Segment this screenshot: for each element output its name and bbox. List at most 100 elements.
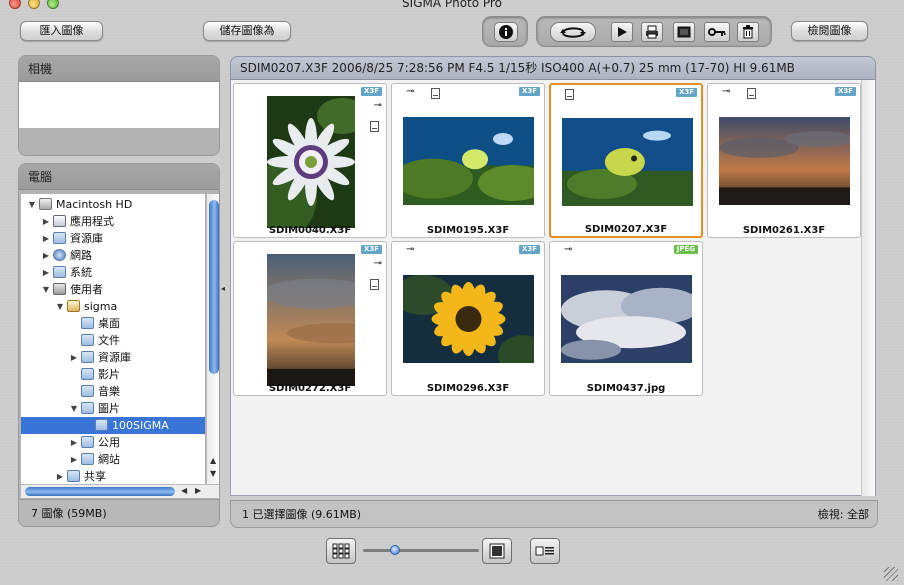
tree-item[interactable]: ▼ 使用者 <box>21 281 205 298</box>
disclosure-collapsed-icon[interactable]: ▶ <box>41 230 51 247</box>
disclosure-collapsed-icon[interactable]: ▶ <box>69 451 79 468</box>
tree-item[interactable]: 桌面 <box>21 315 205 332</box>
disclosure-collapsed-icon[interactable]: ▶ <box>41 247 51 264</box>
info-button[interactable] <box>494 22 518 42</box>
key-icon: ⊸ <box>406 244 415 255</box>
thumbnail-card[interactable]: X3F ⊸ SDIM0195.X3F <box>391 83 545 238</box>
tree-item-label: 文件 <box>98 334 120 347</box>
file-type-badge: X3F <box>834 87 856 96</box>
thumbnail-filename: SDIM0296.X3F <box>426 383 510 394</box>
desktop-folder-icon <box>81 317 94 329</box>
file-type-badge: X3F <box>675 88 697 97</box>
window-resize-grip[interactable] <box>884 567 898 581</box>
tree-item[interactable]: ▶ 資源庫 <box>21 349 205 366</box>
disclosure-collapsed-icon[interactable]: ▶ <box>69 349 79 366</box>
thumbnail-card[interactable]: X3F SDIM0207.X3F <box>549 83 703 238</box>
sunset-sky-photo[interactable] <box>719 117 850 205</box>
sunset-clouds-photo[interactable] <box>267 254 355 386</box>
scroll-right-arrow-icon[interactable]: ▶ <box>195 486 201 495</box>
camera-list[interactable] <box>19 82 219 128</box>
horizontal-scroll-thumb[interactable] <box>25 487 175 496</box>
play-icon <box>618 27 627 37</box>
view-filter[interactable]: 檢視: 全部 <box>818 501 869 529</box>
tree-item[interactable]: ▼ sigma <box>21 298 205 315</box>
disclosure-expanded-icon[interactable]: ▼ <box>27 196 37 213</box>
settings-doc-icon <box>370 121 379 132</box>
sunflower-photo[interactable] <box>403 275 534 363</box>
full-screen-button[interactable] <box>673 22 695 42</box>
tree-item[interactable]: ▶ 共享 <box>21 468 205 484</box>
rotate-button[interactable] <box>550 22 596 42</box>
tree-item-label: 資源庫 <box>70 232 103 245</box>
disclosure-collapsed-icon[interactable]: ▶ <box>55 468 65 484</box>
thumbnail-size-slider[interactable] <box>363 545 479 555</box>
tree-item-label: 共享 <box>84 470 106 483</box>
slider-knob[interactable] <box>390 545 401 555</box>
slideshow-button[interactable] <box>611 22 633 42</box>
disclosure-collapsed-icon[interactable]: ▶ <box>41 264 51 281</box>
tree-item-label: 網路 <box>70 249 92 262</box>
title-bar: SIGMA Photo Pro <box>0 0 904 14</box>
tree-item-label: 系統 <box>70 266 92 279</box>
music-folder-icon <box>81 385 94 397</box>
pufferfish-photo[interactable] <box>562 118 693 206</box>
tree-item[interactable]: ▶ 系統 <box>21 264 205 281</box>
tree-item[interactable]: ▶ 網路 <box>21 247 205 264</box>
disclosure-expanded-icon[interactable]: ▼ <box>41 281 51 298</box>
thumbnail-grid-scrollbar[interactable] <box>861 80 875 496</box>
tree-item[interactable]: ▼ 圖片 <box>21 400 205 417</box>
thumbnail-card[interactable]: X3F ⊸ SDIM0040.X3F <box>233 83 387 238</box>
print-button[interactable] <box>641 22 663 42</box>
panel-splitter-arrow-icon[interactable]: ◂ <box>221 284 225 293</box>
disclosure-collapsed-icon[interactable]: ▶ <box>41 213 51 230</box>
tree-item[interactable]: 100SIGMA <box>21 417 205 434</box>
save-images-as-button[interactable]: 儲存圖像為 <box>203 21 291 41</box>
settings-doc-icon <box>565 89 574 100</box>
grid-view-button[interactable] <box>326 538 356 564</box>
folder-tree-vertical-scrollbar[interactable]: ▲ ▼ <box>206 194 219 484</box>
disclosure-collapsed-icon[interactable]: ▶ <box>69 434 79 451</box>
tree-item[interactable]: ▶ 應用程式 <box>21 213 205 230</box>
movies-folder-icon <box>81 368 94 380</box>
tree-item-label: 100SIGMA <box>112 419 169 432</box>
tree-item[interactable]: ▼ Macintosh HD <box>21 196 205 213</box>
vertical-scroll-thumb[interactable] <box>209 200 219 374</box>
reef-fish-photo[interactable] <box>403 117 534 205</box>
thumbnail-card[interactable]: JPEG ⊸ SDIM0437.jpg <box>549 241 703 396</box>
tree-item[interactable]: ▶ 資源庫 <box>21 230 205 247</box>
thumbnail-card[interactable]: X3F ⊸ SDIM0261.X3F <box>707 83 861 238</box>
thumbnail-card[interactable]: X3F ⊸ SDIM0272.X3F <box>233 241 387 396</box>
single-view-button[interactable] <box>482 538 512 564</box>
tree-item[interactable]: ▶ 公用 <box>21 434 205 451</box>
folder-tree-horizontal-scrollbar[interactable]: ◀ ▶ <box>21 484 219 498</box>
scroll-up-arrow-icon[interactable]: ▲ <box>210 456 216 465</box>
tree-item[interactable]: ▶ 網站 <box>21 451 205 468</box>
tree-item-label: 使用者 <box>70 283 103 296</box>
thumbnail-card[interactable]: X3F ⊸ SDIM0296.X3F <box>391 241 545 396</box>
import-images-button[interactable]: 匯入圖像 <box>20 21 103 41</box>
tree-item[interactable]: 文件 <box>21 332 205 349</box>
file-type-badge: X3F <box>360 87 382 96</box>
library-folder-icon <box>53 232 66 244</box>
disclosure-expanded-icon[interactable]: ▼ <box>55 298 65 315</box>
tree-item-label: 網站 <box>98 453 120 466</box>
tree-item[interactable]: 影片 <box>21 366 205 383</box>
thumbnail-filename: SDIM0207.X3F <box>584 224 668 235</box>
file-type-badge: X3F <box>518 87 540 96</box>
public-folder-icon <box>81 436 94 448</box>
review-images-button[interactable]: 檢閱圖像 <box>791 21 868 41</box>
disclosure-expanded-icon[interactable]: ▼ <box>69 400 79 417</box>
selection-status-bar: 1 已選擇圖像 (9.61MB) 檢視: 全部 <box>230 500 878 528</box>
cloudy-sky-photo[interactable] <box>561 275 692 363</box>
key-icon <box>708 28 726 36</box>
delete-button[interactable] <box>737 22 759 42</box>
tree-item-label: 影片 <box>98 368 120 381</box>
scroll-down-arrow-icon[interactable]: ▼ <box>210 469 216 478</box>
tree-item[interactable]: 音樂 <box>21 383 205 400</box>
passion-flower-photo[interactable] <box>267 96 355 228</box>
scroll-left-arrow-icon[interactable]: ◀ <box>181 486 187 495</box>
list-view-button[interactable] <box>530 538 560 564</box>
lock-button[interactable] <box>704 22 730 42</box>
folder-tree[interactable]: ▼ Macintosh HD ▶ 應用程式 ▶ 資源庫 ▶ 網路 ▶ 系統 ▼ 使用者 ▼ sigma 桌面… <box>21 194 205 484</box>
key-icon: ⊸ <box>406 86 415 97</box>
